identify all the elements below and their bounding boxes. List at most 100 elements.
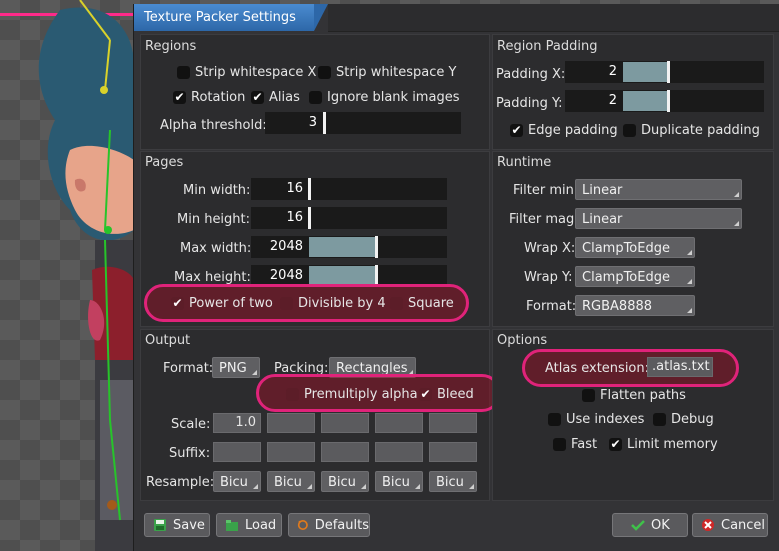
ok-label: OK bbox=[651, 517, 670, 533]
debug-checkbox[interactable]: Debug bbox=[653, 410, 714, 428]
check-icon: ✔ bbox=[419, 386, 432, 401]
checkbox-label: Bleed bbox=[437, 386, 474, 402]
min-height-slider[interactable]: 16 bbox=[251, 207, 447, 229]
cancel-button[interactable]: Cancel bbox=[692, 513, 768, 537]
checkbox-label: Alias bbox=[269, 89, 300, 105]
strip-whitespace-x-checkbox[interactable]: Strip whitespace X bbox=[177, 63, 316, 81]
wrap-y-select[interactable]: ClampToEdge bbox=[575, 266, 695, 287]
cancel-label: Cancel bbox=[721, 517, 766, 533]
defaults-button[interactable]: Defaults bbox=[288, 513, 370, 537]
resample-select-2[interactable]: Bicu bbox=[267, 471, 315, 492]
slider-thumb[interactable] bbox=[667, 61, 670, 83]
atlas-extension-field[interactable]: .atlas.txt bbox=[647, 357, 713, 377]
limit-memory-checkbox[interactable]: ✔ Limit memory bbox=[609, 435, 718, 453]
checkmark-icon bbox=[631, 520, 645, 531]
suffix-field-2[interactable] bbox=[267, 442, 315, 462]
slider-value: 2048 bbox=[269, 239, 303, 254]
checkbox-label: Limit memory bbox=[627, 436, 718, 452]
slider-thumb[interactable] bbox=[323, 112, 326, 134]
divisible-by-4-checkbox[interactable]: Divisible by 4 bbox=[280, 294, 386, 312]
ignore-blank-images-checkbox[interactable]: Ignore blank images bbox=[309, 88, 459, 106]
load-button[interactable]: Load bbox=[216, 513, 282, 537]
checkbox-label: Flatten paths bbox=[600, 387, 686, 403]
use-indexes-checkbox[interactable]: Use indexes bbox=[548, 410, 644, 428]
padding-x-label: Padding X: bbox=[496, 67, 566, 82]
fast-checkbox[interactable]: Fast bbox=[553, 435, 597, 453]
slider-thumb[interactable] bbox=[308, 207, 311, 229]
checkbox-label: Power of two bbox=[189, 295, 273, 311]
alpha-threshold-slider[interactable]: 3 bbox=[265, 112, 461, 134]
min-width-slider[interactable]: 16 bbox=[251, 178, 447, 200]
output-format-label: Format: bbox=[163, 361, 214, 376]
checkbox-label: Strip whitespace X bbox=[195, 64, 317, 80]
premultiply-alpha-checkbox[interactable]: Premultiply alpha bbox=[286, 385, 418, 403]
wrap-x-label: Wrap X: bbox=[524, 241, 576, 256]
resample-label: Resample: bbox=[146, 475, 215, 490]
dialog-titlebar[interactable]: Texture Packer Settings bbox=[134, 4, 328, 31]
checkbox-box bbox=[309, 90, 322, 104]
wrap-x-select[interactable]: ClampToEdge bbox=[575, 237, 695, 258]
checkbox-box bbox=[280, 296, 293, 310]
resample-select-1[interactable]: Bicu bbox=[213, 471, 261, 492]
scale-field-5[interactable] bbox=[429, 413, 477, 433]
suffix-field-5[interactable] bbox=[429, 442, 477, 462]
scale-label: Scale: bbox=[171, 417, 211, 432]
checkbox-label: Ignore blank images bbox=[327, 89, 460, 105]
alias-checkbox[interactable]: ✔ Alias bbox=[251, 88, 300, 106]
filter-min-select[interactable]: Linear bbox=[575, 179, 742, 200]
suffix-field-4[interactable] bbox=[375, 442, 423, 462]
slider-fill bbox=[309, 237, 375, 257]
strip-whitespace-y-checkbox[interactable]: Strip whitespace Y bbox=[318, 63, 456, 81]
padding-y-slider[interactable]: 2 bbox=[565, 90, 764, 112]
power-of-two-checkbox[interactable]: ✔ Power of two bbox=[171, 294, 273, 312]
checkbox-box bbox=[653, 412, 666, 426]
slider-value: 16 bbox=[286, 210, 303, 225]
resample-select-5[interactable]: Bicu bbox=[429, 471, 477, 492]
scale-field-2[interactable] bbox=[267, 413, 315, 433]
load-label: Load bbox=[245, 517, 277, 533]
suffix-field-1[interactable] bbox=[213, 442, 261, 462]
filter-mag-select[interactable]: Linear bbox=[575, 208, 742, 229]
padding-x-slider[interactable]: 2 bbox=[565, 61, 764, 83]
checkbox-label: Debug bbox=[671, 411, 714, 427]
flatten-paths-checkbox[interactable]: Flatten paths bbox=[582, 386, 686, 404]
checkbox-label: Duplicate padding bbox=[641, 122, 760, 138]
edge-padding-checkbox[interactable]: ✔ Edge padding bbox=[510, 121, 618, 139]
slider-thumb[interactable] bbox=[667, 90, 670, 112]
checkbox-box bbox=[582, 388, 595, 402]
cancel-icon bbox=[702, 519, 714, 531]
checkbox-box bbox=[318, 65, 331, 79]
resample-select-3[interactable]: Bicu bbox=[321, 471, 369, 492]
checkbox-box bbox=[177, 65, 190, 79]
slider-value: 2 bbox=[608, 93, 617, 108]
square-checkbox[interactable]: Square bbox=[390, 294, 454, 312]
max-height-label: Max height: bbox=[174, 270, 251, 285]
checkbox-label: Premultiply alpha bbox=[304, 386, 418, 402]
suffix-label: Suffix: bbox=[169, 446, 211, 461]
scale-field-4[interactable] bbox=[375, 413, 423, 433]
scale-field-3[interactable] bbox=[321, 413, 369, 433]
alpha-threshold-label: Alpha threshold: bbox=[160, 118, 267, 133]
suffix-field-3[interactable] bbox=[321, 442, 369, 462]
output-format-select[interactable]: PNG bbox=[212, 357, 260, 378]
slider-thumb[interactable] bbox=[375, 236, 378, 258]
slider-thumb[interactable] bbox=[308, 178, 311, 200]
duplicate-padding-checkbox[interactable]: Duplicate padding bbox=[623, 121, 760, 139]
resample-select-4[interactable]: Bicu bbox=[375, 471, 423, 492]
rotation-checkbox[interactable]: ✔ Rotation bbox=[173, 88, 245, 106]
runtime-format-select[interactable]: RGBA8888 bbox=[575, 295, 695, 316]
atlas-extension-label: Atlas extension: bbox=[545, 361, 649, 376]
slider-fill bbox=[623, 62, 667, 82]
ok-button[interactable]: OK bbox=[612, 513, 688, 537]
filter-min-label: Filter min: bbox=[513, 183, 579, 198]
save-button[interactable]: Save bbox=[144, 513, 210, 537]
max-width-slider[interactable]: 2048 bbox=[251, 236, 447, 258]
slider-value: 2048 bbox=[269, 268, 303, 283]
check-icon: ✔ bbox=[510, 122, 523, 137]
load-icon bbox=[226, 520, 238, 531]
scale-field-1[interactable]: 1.0 bbox=[213, 413, 261, 433]
slider-value: 16 bbox=[286, 181, 303, 196]
checkbox-label: Use indexes bbox=[566, 411, 645, 427]
dialog-title: Texture Packer Settings bbox=[144, 10, 296, 25]
bleed-checkbox[interactable]: ✔ Bleed bbox=[419, 385, 474, 403]
